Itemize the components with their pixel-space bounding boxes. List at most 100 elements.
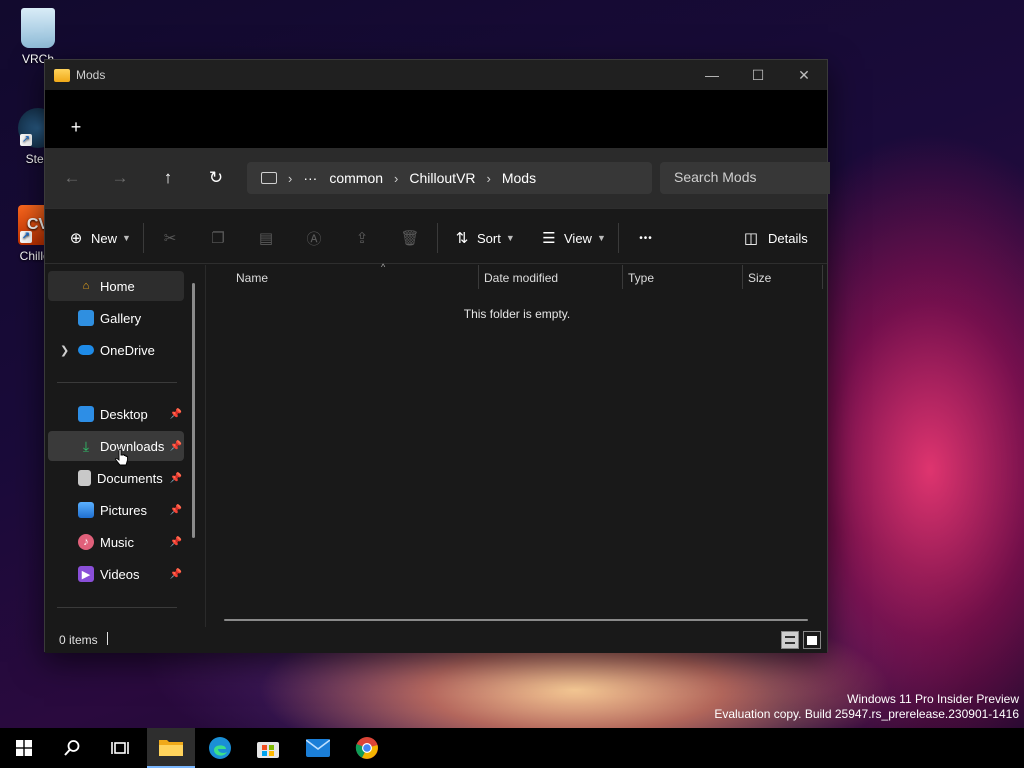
sidebar-item-label: Pictures bbox=[100, 502, 147, 518]
desktop-icon-recycle-bin[interactable]: VRCh bbox=[10, 8, 66, 66]
minimize-button[interactable]: — bbox=[689, 60, 735, 90]
taskbar-chrome[interactable] bbox=[343, 728, 391, 768]
maximize-button[interactable]: ☐ bbox=[735, 60, 781, 90]
sidebar-scrollbar[interactable] bbox=[192, 283, 195, 538]
tab-bar: + bbox=[45, 90, 827, 148]
column-header-size[interactable]: Size bbox=[748, 265, 818, 289]
horizontal-scrollbar[interactable] bbox=[224, 619, 808, 621]
evaluation-watermark: Windows 11 Pro Insider Preview Evaluatio… bbox=[714, 692, 1019, 722]
mail-icon bbox=[306, 739, 330, 757]
command-bar: ⊕ New ▼ ✂ ❐ ▤ Ⓐ ⇪ 🗑 ⇅ Sort ▼ ☰ View ▼ ••… bbox=[45, 208, 827, 264]
breadcrumb-mods[interactable]: Mods bbox=[502, 170, 536, 186]
chevron-right-icon[interactable]: ❯ bbox=[60, 344, 69, 357]
forward-button[interactable]: → bbox=[106, 164, 134, 192]
sidebar-item-label: Documents bbox=[97, 470, 163, 486]
task-view-icon bbox=[111, 742, 129, 754]
share-button[interactable]: ⇪ bbox=[351, 227, 373, 249]
taskbar-mail[interactable] bbox=[294, 728, 342, 768]
sidebar-item-label: OneDrive bbox=[100, 342, 155, 358]
copy-icon: ❐ bbox=[211, 230, 225, 247]
chevron-right-icon: › bbox=[486, 170, 491, 186]
sort-ascending-icon: ^ bbox=[381, 262, 386, 272]
paste-button[interactable]: ▤ bbox=[255, 227, 277, 249]
paste-icon: ▤ bbox=[258, 230, 274, 247]
pin-icon: 📌 bbox=[169, 536, 182, 548]
column-label: Name bbox=[236, 271, 269, 285]
taskbar-edge[interactable] bbox=[196, 728, 244, 768]
sidebar-item-videos[interactable]: ▶ Videos 📌 bbox=[48, 559, 184, 589]
file-explorer-window: Mods — ☐ ✕ + ← → ↑ ↻ › ··· › common › Ch… bbox=[44, 59, 830, 653]
breadcrumb-common[interactable]: common bbox=[329, 170, 383, 186]
music-icon: ♪ bbox=[78, 534, 94, 550]
trash-icon: 🗑 bbox=[400, 230, 420, 247]
gallery-icon bbox=[78, 310, 94, 326]
address-bar[interactable]: › ··· › common › ChilloutVR › Mods bbox=[247, 162, 652, 194]
sidebar-item-label: Videos bbox=[100, 566, 140, 582]
rename-button[interactable]: Ⓐ bbox=[303, 227, 325, 249]
title-bar[interactable]: Mods — ☐ ✕ bbox=[45, 60, 827, 90]
cut-button[interactable]: ✂ bbox=[159, 227, 181, 249]
sort-button[interactable]: ⇅ Sort ▼ bbox=[451, 227, 515, 249]
cut-icon: ✂ bbox=[163, 230, 177, 247]
view-label: View bbox=[564, 230, 592, 246]
sort-icon: ⇅ bbox=[455, 230, 469, 247]
status-bar: 0 items bbox=[45, 627, 827, 653]
sidebar-item-music[interactable]: ♪ Music 📌 bbox=[48, 527, 184, 557]
sidebar-item-home[interactable]: ⌂ Home bbox=[48, 271, 184, 301]
breadcrumb-overflow[interactable]: ··· bbox=[303, 170, 317, 186]
recycle-bin-icon bbox=[21, 8, 55, 48]
chevron-down-icon: ▼ bbox=[122, 233, 131, 243]
sidebar-item-gallery[interactable]: Gallery bbox=[48, 303, 184, 333]
up-button[interactable]: ↑ bbox=[154, 164, 182, 192]
delete-button[interactable]: 🗑 bbox=[399, 227, 421, 249]
window-title: Mods bbox=[76, 68, 106, 82]
file-list: Name ^ Date modified Type Size This fold… bbox=[205, 262, 827, 627]
column-header-type[interactable]: Type bbox=[628, 265, 740, 289]
chevron-right-icon: › bbox=[288, 170, 293, 186]
watermark-line-2: Evaluation copy. Build 25947.rs_prerelea… bbox=[714, 707, 1019, 721]
details-view-button[interactable] bbox=[781, 631, 799, 649]
pin-icon: 📌 bbox=[169, 408, 182, 420]
item-count: 0 items bbox=[59, 633, 98, 647]
sidebar-item-label: Home bbox=[100, 278, 135, 294]
view-button[interactable]: ☰ View ▼ bbox=[538, 227, 606, 249]
pin-icon: 📌 bbox=[169, 472, 182, 484]
column-header-date-modified[interactable]: Date modified bbox=[484, 265, 622, 289]
sidebar-item-label: Desktop bbox=[100, 406, 148, 422]
hand-cursor-icon bbox=[115, 449, 128, 466]
document-icon bbox=[78, 470, 91, 486]
home-icon: ⌂ bbox=[82, 280, 90, 292]
refresh-button[interactable]: ↻ bbox=[202, 164, 230, 192]
empty-folder-message: This folder is empty. bbox=[463, 307, 571, 321]
start-button[interactable] bbox=[0, 728, 48, 768]
pictures-icon bbox=[78, 502, 94, 518]
chevron-down-icon: ▼ bbox=[505, 233, 515, 243]
sidebar-item-desktop[interactable]: Desktop 📌 bbox=[48, 399, 184, 429]
sidebar-item-pictures[interactable]: Pictures 📌 bbox=[48, 495, 184, 525]
copy-button[interactable]: ❐ bbox=[207, 227, 229, 249]
task-view-button[interactable] bbox=[96, 728, 144, 768]
download-icon: ⤓ bbox=[82, 437, 90, 454]
search-input[interactable]: Search Mods bbox=[660, 162, 830, 194]
taskbar-file-explorer[interactable] bbox=[147, 728, 195, 768]
store-icon bbox=[257, 742, 279, 758]
search-button[interactable] bbox=[48, 728, 96, 768]
new-tab-button[interactable]: + bbox=[67, 118, 85, 136]
sidebar-item-onedrive[interactable]: ❯ OneDrive bbox=[48, 335, 184, 365]
more-options-button[interactable]: ••• bbox=[635, 227, 657, 249]
details-pane-button[interactable]: ◫ Details bbox=[740, 227, 808, 249]
search-icon bbox=[64, 740, 80, 756]
column-header-name[interactable]: Name ^ bbox=[236, 262, 476, 289]
new-button[interactable]: ⊕ New ▼ bbox=[65, 227, 131, 249]
large-icons-view-button[interactable] bbox=[803, 631, 821, 649]
details-view-icon bbox=[785, 636, 795, 644]
taskbar-microsoft-store[interactable] bbox=[244, 728, 292, 768]
sort-label: Sort bbox=[477, 230, 501, 246]
close-button[interactable]: ✕ bbox=[781, 60, 827, 90]
tiles-view-icon bbox=[807, 635, 817, 645]
this-pc-icon bbox=[261, 172, 277, 184]
navigation-pane: ⌂ Home Gallery ❯ OneDrive Desktop 📌 ⤓ Do… bbox=[45, 265, 203, 627]
breadcrumb-chilloutvr[interactable]: ChilloutVR bbox=[409, 170, 475, 186]
back-button[interactable]: ← bbox=[58, 164, 86, 192]
sidebar-item-label: Gallery bbox=[100, 310, 142, 326]
